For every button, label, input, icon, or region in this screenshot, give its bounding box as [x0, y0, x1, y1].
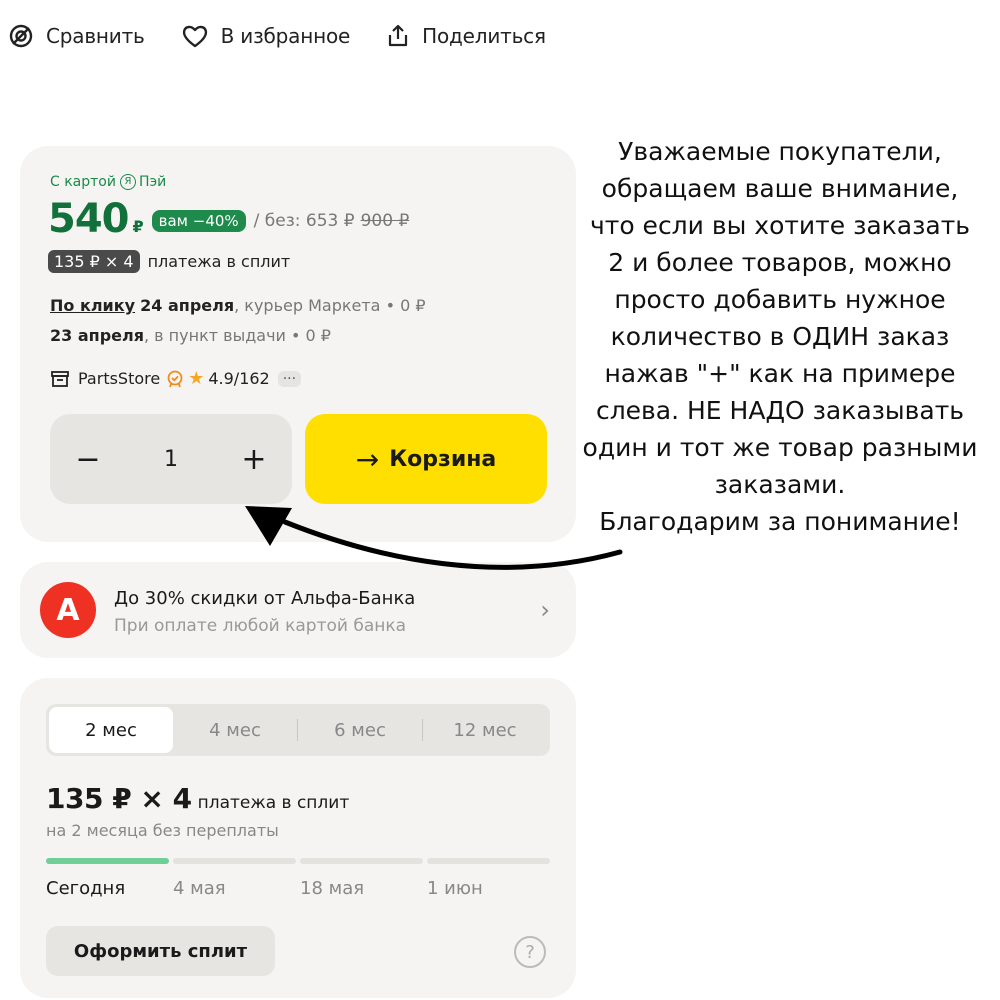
schedule-date: Сегодня	[46, 878, 126, 899]
store-icon	[51, 370, 69, 387]
chevron-right-icon[interactable]: ›	[540, 596, 550, 624]
pay-label: С картой Я Пэй	[50, 174, 166, 190]
compare-label: Сравнить	[46, 24, 145, 48]
tab-4-months[interactable]: 4 мес	[173, 707, 297, 753]
split-chip: 135 ₽ × 4	[48, 250, 140, 273]
notice-text: Уважаемые покупатели, обращаем ваше вним…	[582, 137, 978, 536]
bank-promo-subtitle: При оплате любой картой банка	[114, 616, 407, 636]
favorite-label: В избранное	[220, 24, 351, 48]
schedule-date: 1 июн	[427, 878, 483, 899]
split-period-tabs: 2 мес 4 мес 6 мес 12 мес	[46, 704, 550, 756]
schedule-bar	[300, 858, 423, 864]
delivery-courier-info: , курьер Маркета • 0 ₽	[234, 296, 426, 315]
delivery-pickup: 23 апреля, в пункт выдачи • 0 ₽	[50, 326, 331, 345]
price: 540	[48, 196, 129, 242]
quantity-value: 1	[164, 446, 178, 472]
verified-badge-icon	[167, 370, 183, 387]
price-currency: ₽	[132, 217, 144, 236]
compare-button[interactable]: Сравнить	[8, 23, 145, 49]
delivery-courier: По клику 24 апреля, курьер Маркета • 0 ₽	[50, 296, 426, 315]
split-subtitle: на 2 месяца без переплаты	[46, 821, 279, 840]
share-label: Поделиться	[422, 24, 546, 48]
schedule-item: 4 мая	[173, 858, 296, 899]
schedule-bar	[46, 858, 169, 864]
add-to-cart-button[interactable]: → Корзина	[305, 414, 547, 504]
quantity-stepper: − 1 +	[50, 414, 292, 504]
minus-button[interactable]: −	[72, 442, 104, 477]
checkout-split-button[interactable]: Оформить сплит	[46, 926, 275, 976]
delivery-pickup-info: , в пункт выдачи • 0 ₽	[143, 326, 331, 345]
yandex-pay-icon: Я	[119, 174, 136, 190]
pay-label-prefix: С картой	[50, 174, 116, 190]
star-icon: ★	[188, 368, 205, 389]
delivery-courier-link[interactable]: По клику	[50, 296, 135, 315]
tab-6-months[interactable]: 6 мес	[298, 707, 422, 753]
tab-12-months[interactable]: 12 мес	[423, 707, 547, 753]
heart-icon	[182, 25, 207, 48]
share-button[interactable]: Поделиться	[386, 23, 546, 49]
delivery-pickup-date: 23 апреля	[50, 326, 144, 345]
split-amount-value: 135 ₽ × 4	[46, 782, 192, 815]
delivery-courier-date: 24 апреля	[140, 296, 235, 315]
offer-card: С картой Я Пэй 540 ₽ вам −40% / без: 653…	[20, 146, 576, 542]
plus-button[interactable]: +	[238, 442, 270, 477]
split-text: платежа в сплит	[147, 252, 291, 271]
split-card: 2 мес 4 мес 6 мес 12 мес 135 ₽ × 4 плате…	[20, 678, 576, 998]
arrow-right-icon: →	[355, 442, 380, 476]
old-price: 900 ₽	[360, 211, 410, 231]
bank-promo-title: До 30% скидки от Альфа-Банка	[114, 588, 416, 609]
seller-row[interactable]: PartsStore ★ 4.9/162 ···	[50, 368, 302, 389]
schedule-bar	[427, 858, 550, 864]
schedule-bar	[173, 858, 296, 864]
favorite-button[interactable]: В избранное	[181, 23, 351, 49]
share-icon	[389, 24, 408, 47]
price-row: 540 ₽ вам −40% / без: 653 ₽ 900 ₽	[48, 196, 409, 242]
alfa-bank-logo: А	[40, 582, 96, 638]
more-button[interactable]: ···	[277, 370, 302, 387]
payment-schedule: Сегодня 4 мая 18 мая 1 июн	[46, 858, 550, 899]
help-icon[interactable]: ?	[514, 936, 546, 968]
schedule-date: 4 мая	[173, 878, 226, 899]
bank-promo-card[interactable]: А До 30% скидки от Альфа-Банка При оплат…	[20, 562, 576, 658]
price-without-card: / без: 653 ₽	[253, 211, 355, 231]
split-row: 135 ₽ × 4 платежа в сплит	[48, 250, 290, 273]
schedule-item: Сегодня	[46, 858, 169, 899]
split-amount: 135 ₽ × 4 платежа в сплит	[46, 782, 349, 815]
tab-2-months[interactable]: 2 мес	[49, 707, 173, 753]
pay-label-suffix: Пэй	[138, 174, 167, 190]
cart-label: Корзина	[389, 446, 497, 472]
seller-name[interactable]: PartsStore	[78, 369, 160, 388]
action-bar: Сравнить В избранное Поделиться	[8, 18, 582, 54]
schedule-item: 18 мая	[300, 858, 423, 899]
schedule-item: 1 июн	[427, 858, 550, 899]
compare-icon	[9, 24, 33, 48]
schedule-date: 18 мая	[300, 878, 365, 899]
split-amount-suffix: платежа в сплит	[197, 793, 350, 813]
seller-rating: 4.9/162	[208, 369, 270, 388]
discount-badge: вам −40%	[151, 210, 246, 232]
